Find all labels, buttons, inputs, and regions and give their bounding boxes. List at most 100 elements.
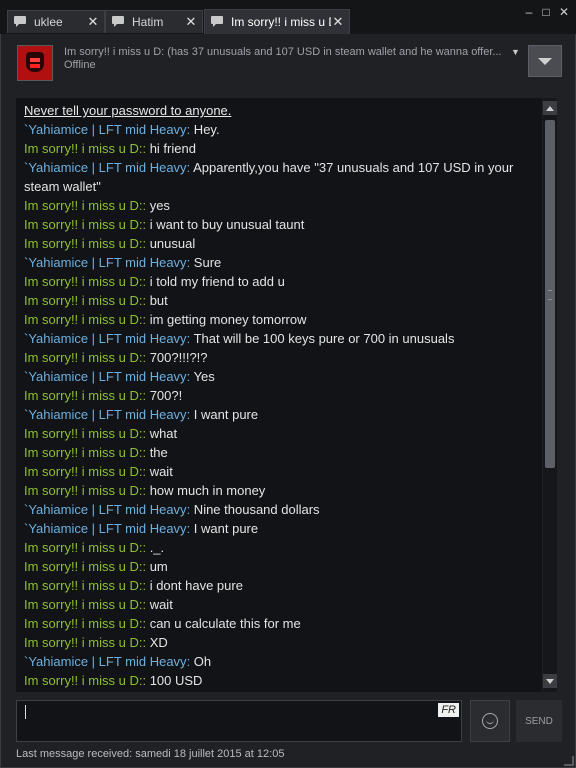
chat-message: Im sorry!! i miss u D:: 100 USD (24, 671, 538, 690)
message-text: wait (146, 464, 173, 479)
message-sender[interactable]: Im sorry!! i miss u D: (24, 388, 142, 403)
message-text: 700?! (146, 388, 183, 403)
message-text: im getting money tomorrow (146, 312, 307, 327)
chat-message: Im sorry!! i miss u D:: i told my friend… (24, 272, 538, 291)
message-sender[interactable]: `Yahiamice | LFT mid Heavy (24, 502, 187, 517)
emoticon-button[interactable] (470, 700, 510, 742)
message-text: but (146, 293, 168, 308)
chat-scrollbar[interactable] (543, 98, 557, 692)
chat-message: `Yahiamice | LFT mid Heavy: Hey. (24, 120, 538, 139)
chat-message: Im sorry!! i miss u D:: wait (24, 462, 538, 481)
chat-bubble-icon (14, 16, 28, 28)
chat-message: `Yahiamice | LFT mid Heavy: Yes (24, 367, 538, 386)
resize-grip-icon[interactable] (564, 756, 574, 766)
tab-hatim[interactable]: Hatim ✕ (105, 10, 203, 33)
chat-message: Im sorry!! i miss u D:: 700?!!!?!? (24, 348, 538, 367)
chat-message: Im sorry!! i miss u D:: 700?! (24, 386, 538, 405)
friend-status: Offline (64, 59, 96, 71)
message-sender[interactable]: Im sorry!! i miss u D: (24, 312, 142, 327)
chat-message: Im sorry!! i miss u D:: can u calculate … (24, 614, 538, 633)
chat-message: `Yahiamice | LFT mid Heavy: Oh (24, 652, 538, 671)
tab-label: Hatim (132, 15, 164, 29)
language-badge: FR (438, 703, 459, 717)
message-sender[interactable]: Im sorry!! i miss u D: (24, 464, 142, 479)
friend-header: Im sorry!! i miss u D: (has 37 unusuals … (8, 38, 566, 90)
message-text: the (146, 445, 168, 460)
chat-bubble-icon (112, 16, 126, 28)
message-sender[interactable]: `Yahiamice | LFT mid Heavy (24, 160, 187, 175)
chat-message: Im sorry!! i miss u D:: how much in mone… (24, 481, 538, 500)
chat-message: Im sorry!! i miss u D:: im getting money… (24, 310, 538, 329)
friend-name: Im sorry!! i miss u D: (has 37 unusuals … (64, 46, 502, 58)
message-sender[interactable]: `Yahiamice | LFT mid Heavy (24, 331, 187, 346)
tab-im-sorry[interactable]: Im sorry!! i miss u D: ✕ (204, 9, 350, 34)
chat-message: Im sorry!! i miss u D:: i want to buy un… (24, 215, 538, 234)
chat-message: Im sorry!! i miss u D:: ._. (24, 538, 538, 557)
message-sender[interactable]: `Yahiamice | LFT mid Heavy (24, 122, 187, 137)
message-sender[interactable]: Im sorry!! i miss u D: (24, 350, 142, 365)
send-button[interactable]: SEND (516, 700, 562, 742)
chat-message: `Yahiamice | LFT mid Heavy: Apparently,y… (24, 158, 538, 196)
message-sender[interactable]: Im sorry!! i miss u D: (24, 635, 142, 650)
chat-message: Im sorry!! i miss u D:: but (24, 291, 538, 310)
message-input[interactable]: FR (16, 700, 462, 742)
close-tab-icon[interactable]: ✕ (184, 14, 198, 30)
chat-message: Im sorry!! i miss u D:: the (24, 443, 538, 462)
message-text: hi friend (146, 141, 196, 156)
message-text: Yes (190, 369, 215, 384)
message-text: um (146, 559, 168, 574)
message-sender[interactable]: `Yahiamice | LFT mid Heavy (24, 255, 187, 270)
message-sender[interactable]: Im sorry!! i miss u D: (24, 236, 142, 251)
chat-message: Im sorry!! i miss u D:: hi friend (24, 139, 538, 158)
scroll-thumb[interactable] (545, 120, 555, 468)
message-sender[interactable]: Im sorry!! i miss u D: (24, 445, 142, 460)
message-sender[interactable]: Im sorry!! i miss u D: (24, 293, 142, 308)
message-text: i want to buy unusual taunt (146, 217, 305, 232)
close-window-icon[interactable]: ✕ (557, 5, 571, 19)
message-text: 100 USD (146, 673, 203, 688)
message-sender[interactable]: Im sorry!! i miss u D: (24, 559, 142, 574)
message-sender[interactable]: Im sorry!! i miss u D: (24, 483, 142, 498)
tab-bar: uklee ✕ Hatim ✕ Im sorry!! i miss u D: ✕… (0, 0, 576, 34)
message-text: unusual (146, 236, 196, 251)
chat-message: Im sorry!! i miss u D:: yes (24, 196, 538, 215)
scroll-down-button[interactable] (543, 674, 557, 688)
arrow-down-icon (546, 678, 554, 684)
tab-uklee[interactable]: uklee ✕ (7, 10, 105, 33)
message-list: Never tell your password to anyone. `Yah… (24, 101, 538, 690)
message-text: can u calculate this for me (146, 616, 301, 631)
minimize-icon[interactable]: – (522, 5, 536, 19)
message-sender[interactable]: Im sorry!! i miss u D: (24, 673, 142, 688)
message-sender[interactable]: Im sorry!! i miss u D: (24, 578, 142, 593)
message-sender[interactable]: Im sorry!! i miss u D: (24, 198, 142, 213)
chat-message: Im sorry!! i miss u D:: what (24, 424, 538, 443)
message-sender[interactable]: Im sorry!! i miss u D: (24, 597, 142, 612)
text-cursor (25, 705, 26, 719)
message-text: i told my friend to add u (146, 274, 285, 289)
message-sender[interactable]: `Yahiamice | LFT mid Heavy (24, 369, 187, 384)
caret-down-icon[interactable]: ▼ (511, 47, 520, 57)
arrow-up-icon (546, 105, 554, 111)
chat-message: Im sorry!! i miss u D:: wait (24, 595, 538, 614)
tab-label: uklee (34, 15, 63, 29)
chat-message: Im sorry!! i miss u D:: unusual (24, 234, 538, 253)
message-text: Sure (190, 255, 222, 270)
grip-icon (548, 290, 552, 300)
message-sender[interactable]: `Yahiamice | LFT mid Heavy (24, 407, 187, 422)
message-sender[interactable]: Im sorry!! i miss u D: (24, 274, 142, 289)
message-sender[interactable]: Im sorry!! i miss u D: (24, 141, 142, 156)
message-text: Hey. (190, 122, 220, 137)
message-sender[interactable]: Im sorry!! i miss u D: (24, 217, 142, 232)
scroll-up-button[interactable] (543, 101, 557, 115)
message-sender[interactable]: Im sorry!! i miss u D: (24, 540, 142, 555)
message-sender[interactable]: Im sorry!! i miss u D: (24, 616, 142, 631)
maximize-icon[interactable]: □ (539, 5, 553, 19)
message-sender[interactable]: `Yahiamice | LFT mid Heavy (24, 521, 187, 536)
avatar[interactable] (17, 45, 53, 81)
message-sender[interactable]: `Yahiamice | LFT mid Heavy (24, 654, 187, 669)
close-tab-icon[interactable]: ✕ (331, 14, 345, 30)
close-tab-icon[interactable]: ✕ (86, 14, 100, 30)
chat-message: `Yahiamice | LFT mid Heavy: Nine thousan… (24, 500, 538, 519)
friend-options-button[interactable] (528, 45, 562, 77)
message-sender[interactable]: Im sorry!! i miss u D: (24, 426, 142, 441)
